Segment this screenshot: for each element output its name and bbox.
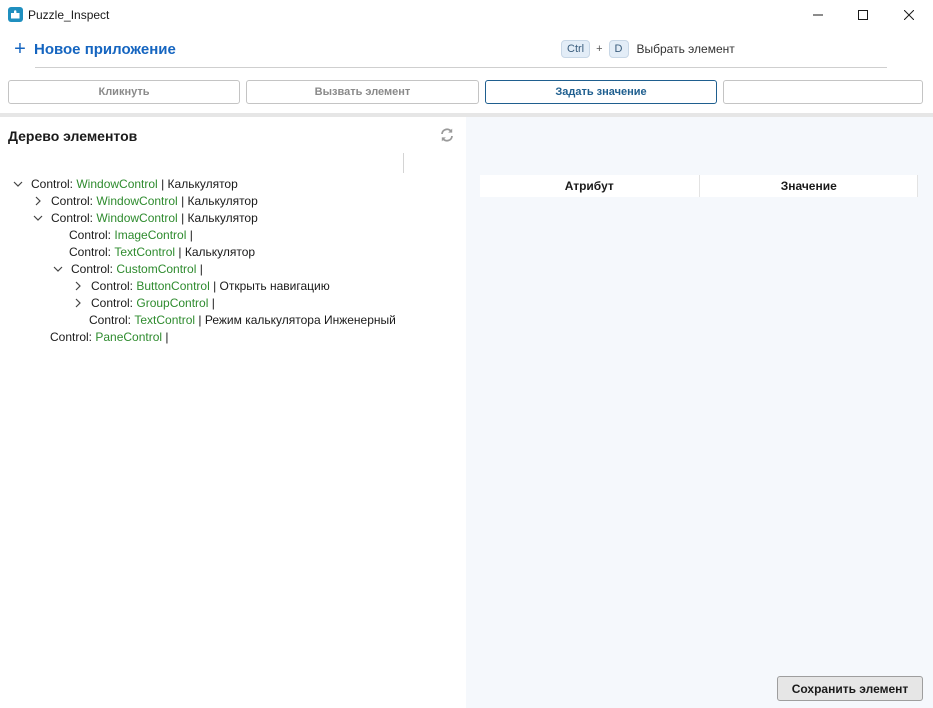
plus-icon: + <box>14 38 26 60</box>
tree-node-sep: | <box>175 244 185 259</box>
tree-node[interactable]: Control: ImageControl | <box>50 226 193 243</box>
chevron-down-icon[interactable] <box>52 263 64 275</box>
tree-node-type: TextControl <box>134 312 196 327</box>
tree-node-sep: | <box>162 329 169 344</box>
tree-node-type: ButtonControl <box>136 278 210 293</box>
attributes-panel: Атрибут Значение Сохранить элемент <box>466 117 933 708</box>
tree-node-type: ImageControl <box>114 227 187 242</box>
select-element-hotkey: Ctrl + D Выбрать элемент <box>561 39 735 59</box>
puzzle-app-icon <box>8 7 23 22</box>
tree-node-name: Калькулятор <box>167 176 238 191</box>
invoke-element-button[interactable]: Вызвать элемент <box>246 80 479 104</box>
kbd-d: D <box>608 40 629 58</box>
tree-node-prefix: Control: <box>89 312 135 327</box>
title-bar: Puzzle_Inspect <box>0 0 933 30</box>
tree-node-prefix: Control: <box>51 193 97 208</box>
tree-node-prefix: Control: <box>91 295 137 310</box>
tree-node-prefix: Control: <box>31 176 77 191</box>
tree-node-prefix: Control: <box>71 261 117 276</box>
tree-node[interactable]: Control: GroupControl | <box>72 294 215 311</box>
tree-node[interactable]: Control: WindowControl | Калькулятор <box>32 192 258 209</box>
tree-node-sep: | <box>186 227 193 242</box>
kbd-plus: + <box>596 43 603 55</box>
tree-node-prefix: Control: <box>50 329 96 344</box>
window-title: Puzzle_Inspect <box>28 8 110 22</box>
close-icon <box>904 10 914 20</box>
tree-node-name: Калькулятор <box>187 210 258 225</box>
header-divider <box>35 67 887 68</box>
tree-toolbar-separator <box>403 153 404 173</box>
minimize-button[interactable] <box>795 0 841 30</box>
chevron-down-icon[interactable] <box>12 178 24 190</box>
element-tree-panel: Дерево элементов Control: WindowControl … <box>0 117 466 708</box>
tree-node-type: WindowControl <box>96 193 178 208</box>
chevron-down-icon[interactable] <box>32 212 44 224</box>
tree-node-sep: | <box>195 312 205 327</box>
tree-node-prefix: Control: <box>69 227 115 242</box>
tree-node-type: WindowControl <box>96 210 178 225</box>
close-button[interactable] <box>886 0 932 30</box>
column-header-attribute[interactable]: Атрибут <box>480 175 699 197</box>
tree-node-type: WindowControl <box>76 176 158 191</box>
chevron-right-icon[interactable] <box>72 280 84 292</box>
attributes-table-header: Атрибут Значение <box>480 175 918 197</box>
tree-node-type: PaneControl <box>95 329 163 344</box>
save-element-button[interactable]: Сохранить элемент <box>777 676 923 701</box>
tree-node[interactable]: Control: WindowControl | Калькулятор <box>12 175 238 192</box>
tree-node[interactable]: Control: TextControl | Калькулятор <box>50 243 255 260</box>
tree-node-name: Режим калькулятора Инженерный <box>204 312 396 327</box>
new-app-button[interactable]: + Новое приложение <box>12 38 176 60</box>
click-button[interactable]: Кликнуть <box>8 80 240 104</box>
tree-node-type: CustomControl <box>116 261 197 276</box>
maximize-button[interactable] <box>840 0 886 30</box>
tree-node-sep: | <box>177 193 188 208</box>
value-input[interactable] <box>723 80 923 104</box>
minimize-icon <box>813 14 823 16</box>
tree-node-sep: | <box>208 295 215 310</box>
tree-node-name: Открыть навигацию <box>219 278 330 293</box>
tree-node-name: Калькулятор <box>184 244 256 259</box>
tree-node-type: TextControl <box>114 244 176 259</box>
tree-node-sep: | <box>177 210 188 225</box>
refresh-icon[interactable] <box>439 127 455 143</box>
new-app-label: Новое приложение <box>34 40 176 58</box>
tree-node-type: GroupControl <box>136 295 209 310</box>
tree-node-sep: | <box>157 176 168 191</box>
column-header-value[interactable]: Значение <box>698 175 919 197</box>
set-value-button[interactable]: Задать значение <box>485 80 717 104</box>
hotkey-label: Выбрать элемент <box>636 42 735 56</box>
tree-node[interactable]: Control: CustomControl | <box>52 260 203 277</box>
tree-node[interactable]: Control: PaneControl | <box>31 328 169 345</box>
tree-node[interactable]: Control: ButtonControl | Открыть навигац… <box>72 277 330 294</box>
tree-node-prefix: Control: <box>91 278 137 293</box>
tree-node-sep: | <box>209 278 220 293</box>
tree-node-prefix: Control: <box>51 210 97 225</box>
kbd-ctrl: Ctrl <box>561 40 591 58</box>
chevron-right-icon[interactable] <box>32 195 44 207</box>
tree-node[interactable]: Control: TextControl | Режим калькулятор… <box>70 311 396 328</box>
tree-node-prefix: Control: <box>69 244 115 259</box>
chevron-right-icon[interactable] <box>72 297 84 309</box>
tree-node-name: Калькулятор <box>187 193 258 208</box>
tree-node[interactable]: Control: WindowControl | Калькулятор <box>32 209 258 226</box>
tree-panel-title: Дерево элементов <box>8 128 138 144</box>
maximize-icon <box>858 10 868 20</box>
tree-node-sep: | <box>196 261 203 276</box>
